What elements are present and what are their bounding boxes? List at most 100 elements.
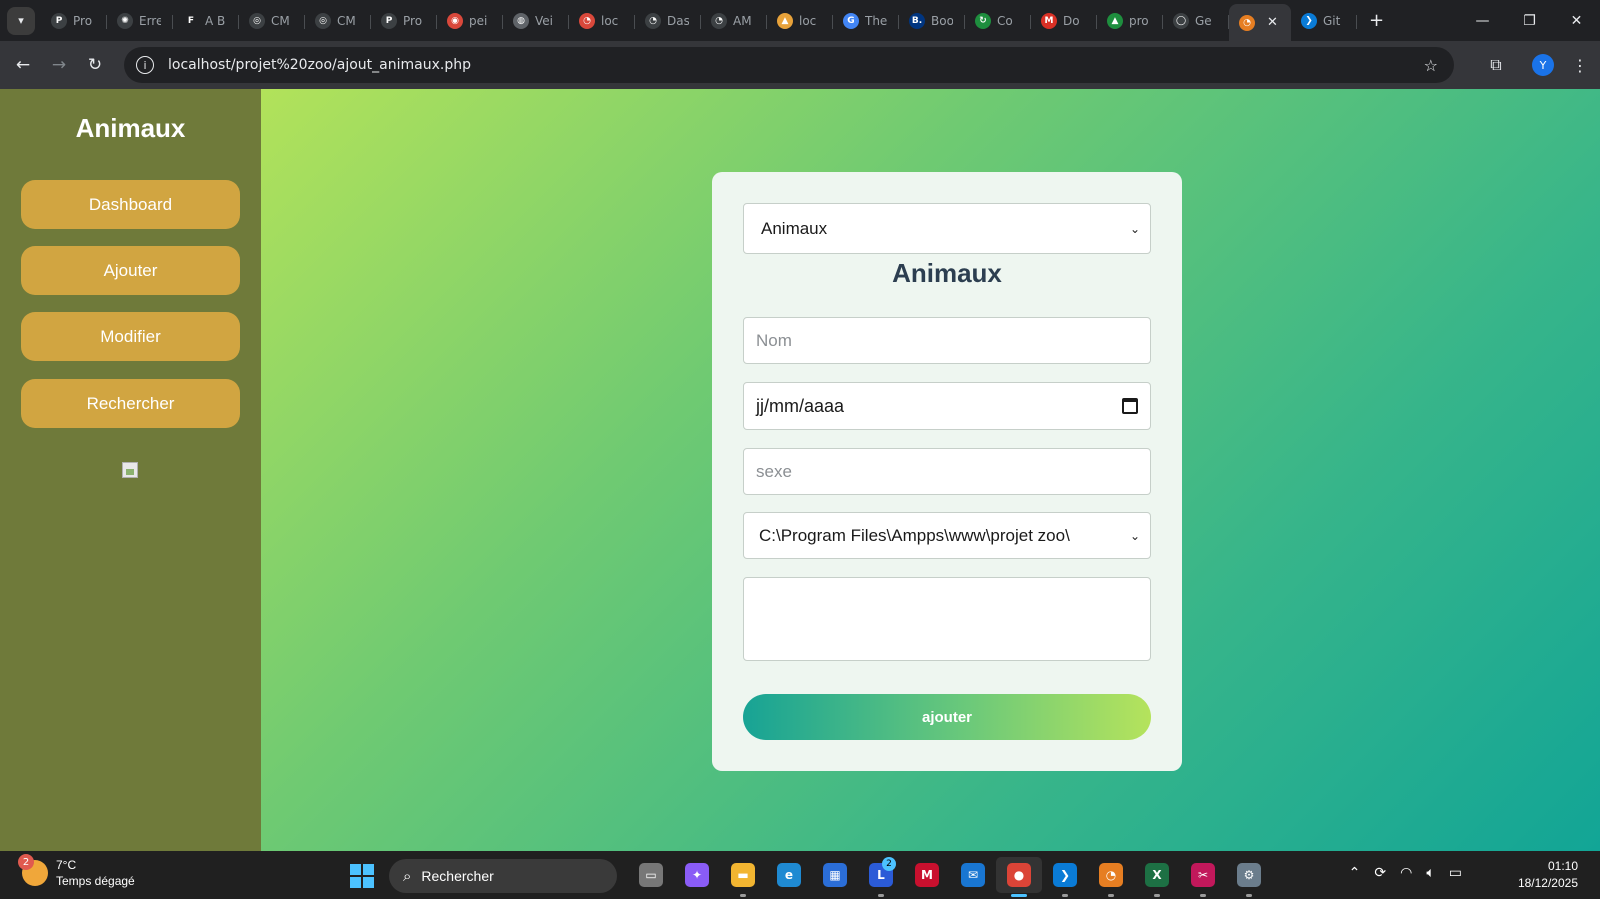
date-input[interactable]: jj/mm/aaaa: [743, 382, 1151, 430]
taskbar-app-teams-l[interactable]: L2: [858, 857, 904, 897]
tab-title: Git: [1323, 13, 1341, 28]
submit-button[interactable]: ajouter: [743, 694, 1151, 740]
browser-tab[interactable]: ❯ Git: [1291, 4, 1357, 38]
tab-title: Pro: [403, 13, 423, 28]
weather-widget[interactable]: 2 7°C Temps dégagé: [18, 854, 135, 889]
sidebar-item-rechercher[interactable]: Rechercher: [21, 379, 240, 428]
form-title: Animaux: [892, 258, 1002, 288]
browser-tab[interactable]: ✺ Erre: [107, 4, 173, 38]
taskbar-apps: ▭ ✦ ▬ e ▦ L 2 M ✉ ● ❯ ◔ X ✂ ⚙: [628, 857, 1272, 897]
browser-tab[interactable]: ◎ CM: [239, 4, 305, 38]
sidebar-item-dashboard[interactable]: Dashboard: [21, 180, 240, 229]
sidebar-item-modifier[interactable]: Modifier: [21, 312, 240, 361]
image-path-select[interactable]: C:\Program Files\Ampps\www\projet zoo\ ⌄: [743, 512, 1151, 559]
mcafee-icon: M: [915, 863, 939, 887]
clock[interactable]: 01:10 18/12/2025: [1518, 858, 1578, 892]
minimize-icon[interactable]: —: [1459, 0, 1506, 41]
bookmark-star-icon[interactable]: ☆: [1424, 56, 1438, 75]
tab-title: Co: [997, 13, 1013, 28]
browser-tab[interactable]: ↻ Co: [965, 4, 1031, 38]
tab-title: Vei: [535, 13, 553, 28]
address-bar[interactable]: i localhost/projet%20zoo/ajout_animaux.p…: [124, 47, 1454, 83]
tab-favicon-icon: ✺: [117, 12, 133, 29]
profile-avatar[interactable]: Y: [1532, 54, 1554, 76]
temperature: 7°C: [56, 858, 77, 872]
site-info-icon[interactable]: i: [136, 56, 154, 74]
taskbar-app-edge[interactable]: e: [766, 857, 812, 893]
tab-favicon-icon: ◯: [1173, 12, 1189, 29]
browser-tab[interactable]: FA B: [173, 4, 239, 38]
taskbar-app-file-explorer[interactable]: ▬: [720, 857, 766, 897]
new-tab-button[interactable]: +: [1369, 10, 1384, 31]
menu-dots-icon[interactable]: ⋮: [1572, 56, 1588, 75]
close-window-icon[interactable]: ✕: [1553, 0, 1600, 41]
browser-tab[interactable]: M Do: [1031, 4, 1097, 38]
taskbar-app-copilot[interactable]: ✦: [674, 857, 720, 893]
notification-badge: 2: [882, 857, 896, 871]
store-icon: ▦: [823, 863, 847, 887]
sidebar-item-ajouter[interactable]: Ajouter: [21, 246, 240, 295]
browser-tab[interactable]: ◔ AM: [701, 4, 767, 38]
chevron-down-icon: ⌄: [1129, 528, 1140, 543]
window-controls: — ❐ ✕: [1459, 0, 1600, 41]
taskbar-search[interactable]: ⌕ Rechercher: [389, 859, 617, 893]
sidebar: Animaux Dashboard Ajouter Modifier Reche…: [0, 89, 261, 851]
restore-icon[interactable]: ❐: [1506, 0, 1553, 41]
browser-tab-active[interactable]: ◔ ✕: [1229, 4, 1291, 41]
taskbar-app-settings[interactable]: ⚙: [1226, 857, 1272, 897]
tab-title: Ge: [1195, 13, 1212, 28]
browser-tab[interactable]: ▲ loc: [767, 4, 833, 38]
category-select-value: Animaux: [761, 218, 828, 238]
reload-button[interactable]: ↻: [77, 47, 113, 83]
browser-tab[interactable]: ◍ Vei: [503, 4, 569, 38]
chevron-up-icon[interactable]: ⌃: [1349, 865, 1361, 881]
taskbar-app-outlook[interactable]: ✉: [950, 857, 996, 893]
taskbar-app-mcafee[interactable]: M: [904, 857, 950, 893]
browser-tab[interactable]: P Pro: [371, 4, 437, 38]
back-button[interactable]: ←: [5, 47, 41, 83]
tab-search-button[interactable]: ▾: [7, 6, 35, 35]
forward-button[interactable]: →: [41, 47, 77, 83]
description-textarea[interactable]: [743, 577, 1151, 661]
calendar-icon[interactable]: [1122, 398, 1138, 414]
category-select[interactable]: Animaux ⌄: [743, 203, 1151, 254]
tab-title: CM: [337, 13, 356, 28]
taskbar-app-store[interactable]: ▦: [812, 857, 858, 893]
browser-tab[interactable]: P Pro: [41, 4, 107, 38]
ampps-icon: ◔: [1099, 863, 1123, 887]
tab-title: Boo: [931, 13, 953, 28]
browser-tab[interactable]: ◯ Ge: [1163, 4, 1229, 38]
wifi-icon[interactable]: ◠: [1400, 865, 1412, 881]
tab-favicon-icon: ◍: [513, 12, 529, 29]
browser-tab[interactable]: ▲ pro: [1097, 4, 1163, 38]
start-button[interactable]: [350, 864, 374, 888]
tab-favicon-icon: ↻: [975, 12, 991, 29]
taskbar-app-excel[interactable]: X: [1134, 857, 1180, 897]
taskbar-app-vscode[interactable]: ❯: [1042, 857, 1088, 897]
browser-tab[interactable]: ◉ pei: [437, 4, 503, 38]
url-text[interactable]: localhost/projet%20zoo/ajout_animaux.php: [168, 57, 471, 73]
browser-tab[interactable]: ◔ loc: [569, 4, 635, 38]
tab-title: loc: [799, 13, 817, 28]
sex-input[interactable]: sexe: [743, 448, 1151, 495]
volume-icon[interactable]: 🔈︎: [1426, 865, 1434, 881]
tab-favicon-icon: ▲: [777, 12, 793, 29]
taskbar-app-ampps[interactable]: ◔: [1088, 857, 1134, 897]
taskbar-app-task-view[interactable]: ▭: [628, 857, 674, 893]
name-input[interactable]: Nom: [743, 317, 1151, 364]
browser-tab[interactable]: G The: [833, 4, 899, 38]
taskbar-app-snipping[interactable]: ✂: [1180, 857, 1226, 897]
extensions-icon[interactable]: ⧉: [1478, 47, 1514, 83]
tab-title: The: [865, 13, 887, 28]
browser-tab[interactable]: ◔ Das: [635, 4, 701, 38]
taskbar-app-chrome[interactable]: ●: [996, 857, 1042, 897]
browser-tab[interactable]: B. Boo: [899, 4, 965, 38]
close-tab-icon[interactable]: ✕: [1267, 15, 1278, 30]
edge-icon: e: [777, 863, 801, 887]
tab-strip: ▾ P Pro ✺ Erre F A B ◎ CM ◎ CM P Pro ◉ pei ◍ Vei ◔ loc ◔ Da…: [0, 0, 1600, 41]
sync-icon[interactable]: ⟳: [1374, 865, 1386, 881]
clock-date: 18/12/2025: [1517, 876, 1578, 890]
battery-icon[interactable]: ▭: [1449, 865, 1462, 881]
browser-tab[interactable]: ◎ CM: [305, 4, 371, 38]
tab-favicon-icon: M: [1041, 12, 1057, 29]
